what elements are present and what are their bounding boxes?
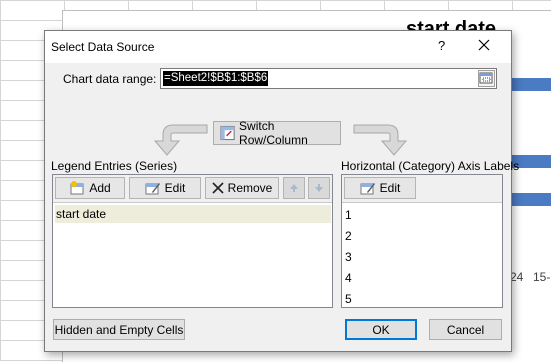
hidden-empty-cells-button[interactable]: Hidden and Empty Cells <box>53 319 185 340</box>
help-button[interactable]: ? <box>438 38 445 53</box>
legend-toolbar: Add Edit Remove <box>53 175 332 203</box>
chart-data-range-value: =Sheet2!$B$1:$B$6 <box>163 71 269 86</box>
legend-entries-panel: Add Edit Remove start date <box>52 174 333 308</box>
curved-arrow-right-icon <box>353 124 408 156</box>
add-icon <box>70 181 84 195</box>
chart-bar <box>510 78 551 91</box>
switch-row-column-icon <box>220 125 235 141</box>
category-list-item[interactable]: 1 <box>344 206 352 224</box>
arrow-down-icon <box>315 184 323 192</box>
edit-icon <box>360 183 375 195</box>
chart-bar <box>510 193 551 206</box>
edit-icon <box>145 183 160 195</box>
curved-arrow-left-icon <box>153 124 208 156</box>
dialog-title: Select Data Source <box>51 40 155 54</box>
collapse-dialog-button[interactable] <box>478 70 495 87</box>
chart-data-range-input[interactable]: =Sheet2!$B$1:$B$6 <box>160 68 497 89</box>
dialog-titlebar: Select Data Source ? <box>45 31 511 63</box>
move-down-button[interactable] <box>308 177 330 199</box>
ok-label: OK <box>372 322 390 337</box>
category-list-item[interactable]: 3 <box>344 248 352 266</box>
move-up-button[interactable] <box>283 177 305 199</box>
axis-edit-label: Edit <box>379 181 401 195</box>
axis-labels-label: Horizontal (Category) Axis Labels <box>341 159 520 173</box>
chart-data-range-label: Chart data range: <box>63 72 157 86</box>
select-data-source-dialog: Select Data Source ? Chart data range: =… <box>44 30 519 352</box>
axis-toolbar: Edit <box>342 175 502 203</box>
cancel-label: Cancel <box>446 322 485 337</box>
axis-labels-panel: Edit 1 2 3 4 5 <box>341 174 503 308</box>
axis-tick: 24 <box>510 270 524 284</box>
edit-axis-labels-button[interactable]: Edit <box>344 177 416 199</box>
category-list-item[interactable]: 4 <box>344 269 352 287</box>
switch-row-column-label: Switch Row/Column <box>239 119 308 147</box>
category-list-item[interactable]: 2 <box>344 227 352 245</box>
add-label: Add <box>89 181 111 195</box>
arrow-up-icon <box>290 184 298 192</box>
add-series-button[interactable]: Add <box>55 177 125 199</box>
ok-button[interactable]: OK <box>345 319 417 340</box>
series-list-item[interactable]: start date <box>55 205 331 223</box>
range-select-icon <box>479 72 493 84</box>
legend-entries-label: Legend Entries (Series) <box>51 159 178 173</box>
close-icon <box>478 39 490 51</box>
switch-row-column-button[interactable]: Switch Row/Column <box>213 119 341 147</box>
category-list-item[interactable]: 5 <box>344 290 352 308</box>
remove-icon <box>212 182 224 194</box>
remove-label: Remove <box>227 181 273 195</box>
axis-tick: 15- <box>533 270 551 284</box>
close-button[interactable] <box>478 34 490 56</box>
remove-series-button[interactable]: Remove <box>205 177 279 199</box>
hidden-empty-cells-label: Hidden and Empty Cells <box>54 322 184 337</box>
cancel-button[interactable]: Cancel <box>429 319 502 340</box>
edit-label: Edit <box>164 181 186 195</box>
edit-series-button[interactable]: Edit <box>129 177 201 199</box>
